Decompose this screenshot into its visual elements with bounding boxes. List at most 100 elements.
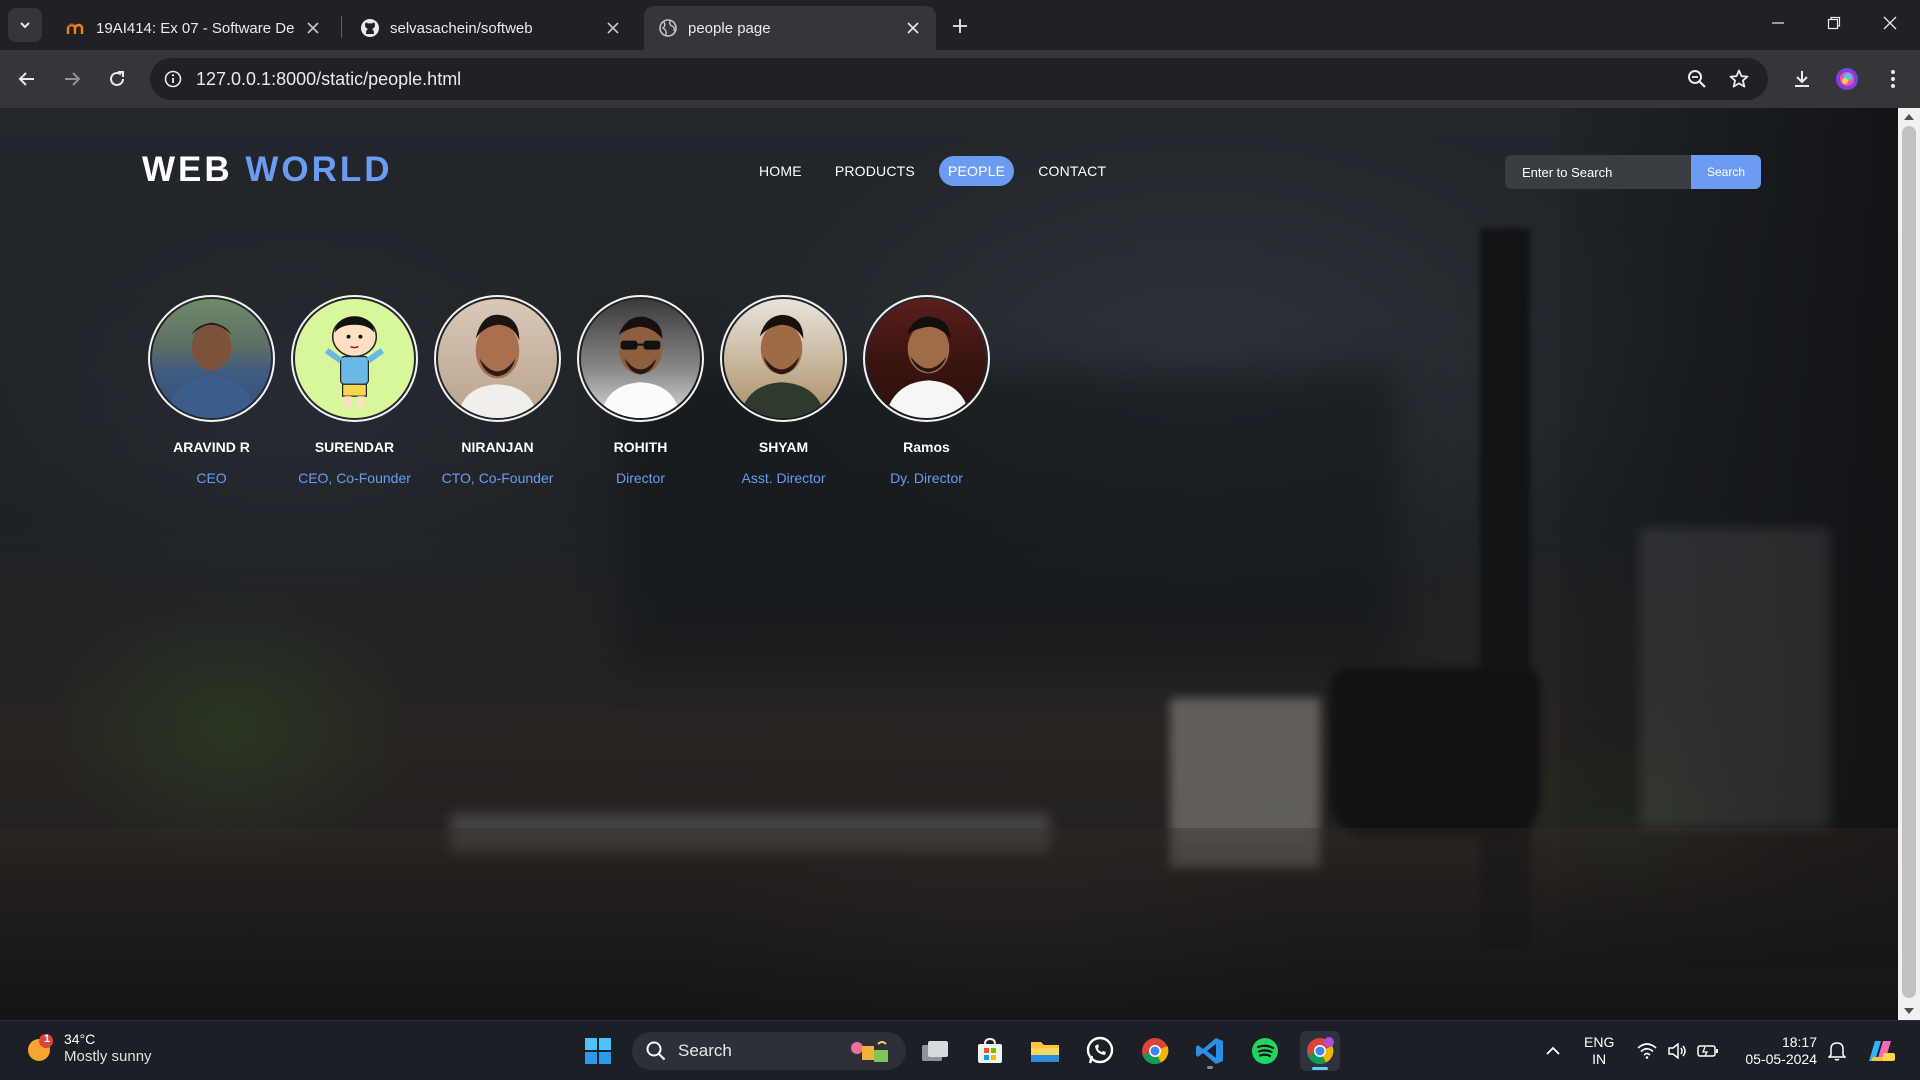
site-info-icon[interactable]: [160, 66, 186, 92]
person-card[interactable]: Ramos Dy. Director: [855, 295, 998, 486]
browser-toolbar: 127.0.0.1:8000/static/people.html: [0, 50, 1920, 108]
person-card[interactable]: NIRANJAN CTO, Co-Founder: [426, 295, 569, 486]
person-card[interactable]: SURENDAR CEO, Co-Founder: [283, 295, 426, 486]
nav-link-products[interactable]: PRODUCTS: [826, 156, 924, 186]
back-button[interactable]: [10, 62, 44, 96]
weather-badge: 1: [43, 1032, 51, 1045]
avatar: [863, 295, 990, 422]
address-bar[interactable]: 127.0.0.1:8000/static/people.html: [150, 58, 1768, 100]
person-role: CTO, Co-Founder: [441, 470, 554, 486]
vscode-button[interactable]: [1190, 1031, 1230, 1071]
forward-button[interactable]: [55, 62, 89, 96]
person-role: CEO: [196, 470, 227, 486]
logo-word-1: WEB: [142, 150, 233, 189]
person-role: Asst. Director: [741, 470, 826, 486]
nav-link-people[interactable]: PEOPLE: [938, 156, 1015, 186]
start-button[interactable]: [578, 1031, 618, 1071]
chrome-profile-button[interactable]: [1300, 1031, 1340, 1071]
site-search: Search: [1505, 155, 1761, 189]
person-card[interactable]: ARAVIND R CEO: [140, 295, 283, 486]
github-icon: [360, 18, 380, 38]
tab-title: selvasachein/softweb: [390, 19, 533, 37]
close-icon[interactable]: [904, 19, 922, 37]
chevron-down-icon: [20, 22, 30, 29]
browser-tab-github[interactable]: selvasachein/softweb: [346, 6, 636, 50]
site-search-input[interactable]: [1505, 155, 1691, 189]
weather-sun-icon: 1: [24, 1033, 56, 1065]
chrome-icon: [1142, 1038, 1169, 1065]
language-code: ENG: [1584, 1034, 1615, 1050]
nav-link-home[interactable]: HOME: [750, 156, 811, 186]
volume-icon[interactable]: [1666, 1021, 1688, 1080]
battery-icon[interactable]: [1696, 1021, 1720, 1080]
file-explorer-button[interactable]: [1025, 1031, 1065, 1071]
background-desk: [0, 828, 1898, 1020]
task-view-button[interactable]: [915, 1031, 955, 1071]
microsoft-store-button[interactable]: [970, 1031, 1010, 1071]
chrome-button[interactable]: [1135, 1031, 1175, 1071]
site-search-button[interactable]: Search: [1691, 155, 1761, 189]
nav-link-contact[interactable]: CONTACT: [1029, 156, 1115, 186]
kebab-menu-icon[interactable]: [1876, 62, 1910, 96]
show-hidden-icons-button[interactable]: [1540, 1021, 1566, 1080]
close-window-button[interactable]: [1862, 0, 1918, 46]
windows-logo-icon: [585, 1038, 611, 1064]
wifi-icon[interactable]: [1636, 1021, 1658, 1080]
avatar: [148, 295, 275, 422]
logo-word-2: WORLD: [245, 150, 393, 189]
bookmark-star-icon[interactable]: [1726, 66, 1752, 92]
close-icon[interactable]: [304, 19, 322, 37]
chrome-icon: [1307, 1037, 1334, 1065]
tab-search-button[interactable]: [8, 8, 42, 42]
person-card[interactable]: SHYAM Asst. Director: [712, 295, 855, 486]
person-name: SHYAM: [758, 439, 809, 455]
browser-tab-moodle[interactable]: 19AI414: Ex 07 - Software Deve: [52, 6, 336, 50]
weather-widget[interactable]: 1 34°C Mostly sunny: [24, 1031, 152, 1066]
chevron-up-icon: [1546, 1046, 1560, 1055]
minimize-icon: [1772, 22, 1784, 24]
clock-time: 18:17: [1781, 1034, 1817, 1050]
reload-button[interactable]: [100, 62, 134, 96]
avatar: [434, 295, 561, 422]
site-logo[interactable]: WEB WORLD: [142, 150, 393, 190]
avatar: [291, 295, 418, 422]
person-card[interactable]: ROHITH Director: [569, 295, 712, 486]
reload-icon: [110, 71, 124, 86]
person-role: Director: [615, 470, 665, 486]
people-list: ARAVIND R CEO SURENDAR CEO, Co-Founder N…: [140, 295, 998, 486]
input-language[interactable]: ENG IN: [1584, 1034, 1614, 1068]
restore-button[interactable]: [1806, 0, 1862, 46]
plus-icon: [953, 19, 967, 33]
background-pencil-cup: [1640, 528, 1830, 828]
person-name: ARAVIND R: [173, 439, 250, 455]
new-tab-button[interactable]: [946, 12, 974, 40]
scrollbar-thumb[interactable]: [1902, 126, 1916, 998]
tab-divider: [341, 16, 342, 38]
store-icon: [978, 1037, 1002, 1063]
folder-icon: [1031, 1042, 1059, 1062]
notification-bell-icon[interactable]: [1825, 1021, 1849, 1080]
site-nav: HOME PRODUCTS PEOPLE CONTACT: [750, 156, 1130, 186]
download-icon[interactable]: [1785, 62, 1819, 96]
whatsapp-button[interactable]: [1080, 1031, 1120, 1071]
moodle-icon: [66, 18, 86, 38]
copilot-icon[interactable]: [1862, 1021, 1898, 1080]
profile-avatar[interactable]: [1830, 62, 1864, 96]
person-name: ROHITH: [613, 439, 668, 455]
search-icon: [646, 1041, 666, 1061]
scroll-up-icon[interactable]: [1904, 114, 1914, 120]
browser-tab-people[interactable]: people page: [644, 6, 936, 50]
close-icon: [1883, 16, 1897, 30]
page-scrollbar[interactable]: [1898, 108, 1920, 1020]
scroll-down-icon[interactable]: [1904, 1008, 1914, 1014]
windows-taskbar: 1 34°C Mostly sunny Search ENG IN 18:17 …: [0, 1020, 1920, 1080]
zoom-icon[interactable]: [1684, 66, 1710, 92]
close-icon[interactable]: [604, 19, 622, 37]
globe-icon: [658, 18, 678, 38]
url-text[interactable]: 127.0.0.1:8000/static/people.html: [196, 69, 461, 90]
taskbar-search[interactable]: Search: [632, 1032, 906, 1070]
spotify-button[interactable]: [1245, 1031, 1285, 1071]
arrow-left-icon: [18, 72, 34, 86]
system-clock[interactable]: 18:17 05-05-2024: [1735, 1034, 1817, 1068]
minimize-button[interactable]: [1750, 0, 1806, 46]
